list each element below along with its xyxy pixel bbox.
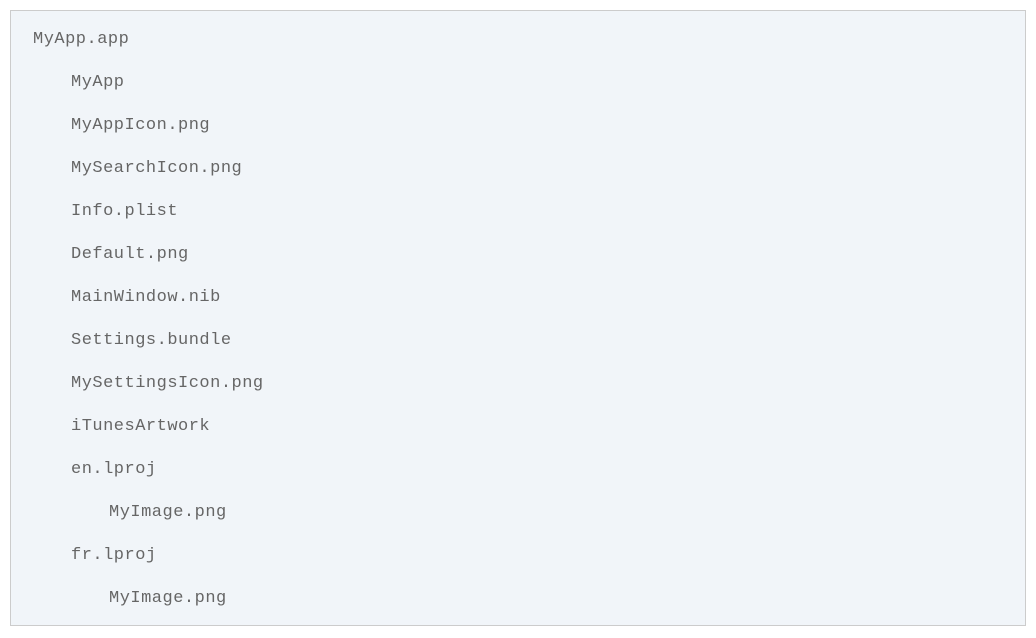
tree-line: Settings.bundle [33, 332, 1003, 349]
tree-line: MainWindow.nib [33, 289, 1003, 306]
tree-line: MyImage.png [33, 504, 1003, 521]
tree-line: iTunesArtwork [33, 418, 1003, 435]
tree-line: MyApp.app [33, 31, 1003, 48]
tree-line: fr.lproj [33, 547, 1003, 564]
code-listing-box: MyApp.app MyApp MyAppIcon.png MySearchIc… [10, 10, 1026, 626]
tree-line: en.lproj [33, 461, 1003, 478]
tree-line: Info.plist [33, 203, 1003, 220]
tree-line: Default.png [33, 246, 1003, 263]
tree-line: MyApp [33, 74, 1003, 91]
tree-line: MySettingsIcon.png [33, 375, 1003, 392]
tree-line: MySearchIcon.png [33, 160, 1003, 177]
tree-line: MyImage.png [33, 590, 1003, 607]
tree-line: MyAppIcon.png [33, 117, 1003, 134]
